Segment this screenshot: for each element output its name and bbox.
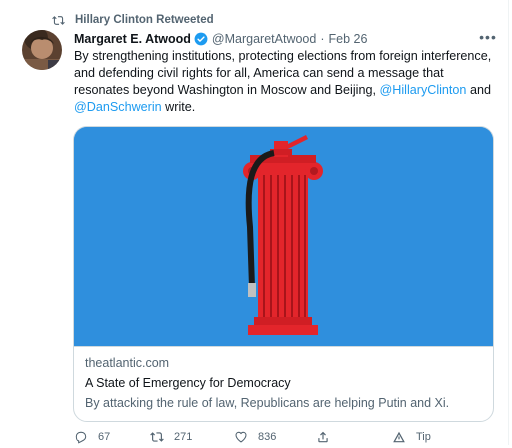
tweet-date[interactable]: Feb 26 (329, 32, 368, 46)
card-title: A State of Emergency for Democracy (85, 376, 291, 390)
reply-button[interactable]: 67 (74, 430, 110, 444)
retweet-label: Hillary Clinton Retweeted (75, 14, 214, 26)
retweet-count: 271 (174, 431, 193, 443)
share-button[interactable] (316, 430, 330, 444)
mention-danschwerin[interactable]: @DanSchwerin (74, 100, 162, 114)
retweet-button[interactable]: 271 (150, 430, 192, 444)
header-separator: · (320, 32, 325, 46)
retweet-icon (52, 15, 65, 25)
tip-icon (393, 431, 405, 443)
retweet-icon (150, 432, 164, 442)
tweet-header: Margaret E. Atwood @MargaretAtwood · Feb… (74, 30, 492, 48)
verified-badge-icon (194, 32, 208, 46)
link-card[interactable]: theatlantic.com A State of Emergency for… (73, 126, 494, 422)
like-count: 836 (258, 431, 277, 443)
author-handle[interactable]: @MargaretAtwood (212, 32, 316, 46)
card-image (74, 127, 493, 346)
tip-label: Tip (416, 431, 431, 443)
card-description: By attacking the rule of law, Republican… (85, 396, 450, 410)
reply-count: 67 (98, 431, 111, 443)
card-domain: theatlantic.com (85, 356, 170, 370)
author-avatar[interactable] (22, 30, 62, 70)
tip-button[interactable]: Tip (392, 430, 431, 444)
tweet-actions: 67 271 836 Tip (74, 430, 494, 448)
retweet-context[interactable]: Hillary Clinton Retweeted (52, 12, 214, 28)
author-name[interactable]: Margaret E. Atwood (74, 32, 191, 46)
like-button[interactable]: 836 (234, 430, 276, 444)
mention-hillaryclinton[interactable]: @HillaryClinton (379, 83, 466, 97)
tweet-text: By strengthening institutions, protectin… (74, 48, 502, 116)
more-options-icon[interactable]: ••• (478, 30, 498, 48)
card-divider (74, 346, 493, 347)
like-heart-icon (235, 431, 247, 443)
tweet-text-part: write. (161, 100, 196, 114)
share-icon (318, 431, 328, 443)
tweet-text-part: and (469, 83, 491, 97)
reply-icon (75, 431, 87, 444)
timeline-border (508, 0, 509, 445)
